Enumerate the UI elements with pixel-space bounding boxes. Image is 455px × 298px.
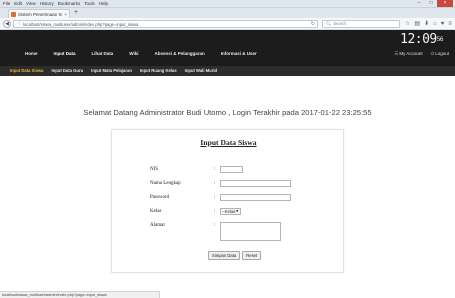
nis-input[interactable] <box>220 166 243 173</box>
menu-help[interactable]: Help <box>99 1 108 7</box>
subnav-input-mapel[interactable]: Input Mata Pelajaran <box>87 66 136 76</box>
clock-hours-minutes: 12:09 <box>400 32 437 47</box>
menu-file[interactable]: File <box>3 1 10 7</box>
download-icon[interactable]: ⬇ <box>424 20 429 28</box>
menu-history[interactable]: History <box>40 1 54 7</box>
alamat-label: Alamat <box>150 223 165 228</box>
pocket-icon[interactable]: ♥ <box>441 20 445 28</box>
nav-wiki[interactable]: Wiki <box>121 49 146 59</box>
sub-nav: Input Data Siswa Input Data Guru Input M… <box>0 66 455 76</box>
subnav-input-siswa[interactable]: Input Data Siswa <box>6 66 48 76</box>
url-bar[interactable]: ⓘ localhost/siswa_multiuser/admin/index.… <box>13 20 318 28</box>
main-nav: Home Input Data Lihat Data Wiki Absensi … <box>0 49 455 59</box>
nis-label: NIS <box>150 167 159 172</box>
nav-input-data[interactable]: Input Data <box>46 49 84 59</box>
browser-navbar: ◀ ⓘ localhost/siswa_multiuser/admin/inde… <box>0 18 455 30</box>
browser-tabbar: Sistem Penerimaan Siswa ... × + <box>0 8 455 18</box>
menu-view[interactable]: View <box>26 1 36 7</box>
password-input[interactable] <box>220 194 291 201</box>
alamat-row: Alamat : <box>150 222 320 244</box>
colon: : <box>214 195 216 200</box>
colon: : <box>214 181 216 186</box>
welcome-message: Selamat Datang Administrator Budi Utomo … <box>83 108 372 117</box>
browser-toolbar-icons: ☆ ▤ ⬇ ⌂ ♥ ≡ <box>405 20 452 28</box>
clock-seconds: 56 <box>436 36 444 43</box>
menu-edit[interactable]: Edit <box>14 1 22 7</box>
tab-title: Sistem Penerimaan Siswa ... <box>18 11 63 17</box>
logout-label: Logout <box>435 51 449 56</box>
nis-row: NIS : <box>150 166 320 176</box>
form-buttons: Simpan Data Reset <box>208 251 262 260</box>
home-icon[interactable]: ⌂ <box>433 20 437 28</box>
window-controls: – □ × <box>413 0 453 7</box>
favicon-icon <box>11 11 16 17</box>
subnav-input-guru[interactable]: Input Data Guru <box>48 66 88 76</box>
browser-tab[interactable]: Sistem Penerimaan Siswa ... × <box>8 9 70 18</box>
nav-absensi[interactable]: Absensi & Pelanggaran <box>147 49 213 59</box>
form-title-text: Input Data Siswa <box>200 138 257 147</box>
password-row: Password : <box>150 194 320 204</box>
logout-icon: ⏻ <box>430 51 435 56</box>
nav-informasi[interactable]: Informasi & User <box>213 49 265 59</box>
input-siswa-form: Input Data Siswa NIS : Nama Lengkap : Pa… <box>111 129 344 273</box>
info-icon: ⓘ <box>17 21 21 26</box>
subnav-input-kelas[interactable]: Input Ruang Kelas <box>136 66 181 76</box>
reload-icon[interactable]: ↻ <box>311 21 317 27</box>
chevron-down-icon: ▼ <box>235 209 239 213</box>
account-nav: ☰My Account ⏻Logout <box>394 49 449 59</box>
user-icon: ☰ <box>394 51 399 56</box>
form-title: Input Data Siswa <box>112 138 345 147</box>
nama-input[interactable] <box>220 180 291 187</box>
browser-menubar: File Edit View History Bookmarks Tools H… <box>3 1 108 7</box>
search-placeholder: Search <box>333 21 347 26</box>
nav-home[interactable]: Home <box>17 49 46 59</box>
logout-link[interactable]: ⏻Logout <box>431 49 449 59</box>
new-tab-button[interactable]: + <box>74 9 78 17</box>
my-account-link[interactable]: ☰My Account <box>394 49 422 59</box>
digital-clock: 12:0956 <box>400 33 443 47</box>
back-arrow-icon[interactable]: ◀ <box>3 20 11 28</box>
simpan-data-button[interactable]: Simpan Data <box>208 251 241 260</box>
alamat-textarea[interactable] <box>220 222 281 241</box>
reset-button[interactable]: Reset <box>242 251 262 260</box>
my-account-label: My Account <box>399 51 423 56</box>
nama-label: Nama Lengkap <box>150 181 181 186</box>
subnav-input-wali[interactable]: Input Wali Murid <box>181 66 221 76</box>
window-close-button[interactable]: × <box>437 0 453 7</box>
colon: : <box>214 223 216 228</box>
magnifier-icon: 🔍︎ <box>326 21 332 26</box>
password-label: Password <box>150 195 170 200</box>
menu-icon[interactable]: ≡ <box>448 20 452 28</box>
kelas-row: Kelas : --Kelas-- ▼ <box>150 208 320 218</box>
menu-tools[interactable]: Tools <box>84 1 95 7</box>
maximize-button[interactable]: □ <box>425 0 437 7</box>
nama-row: Nama Lengkap : <box>150 180 320 190</box>
star-icon[interactable]: ☆ <box>405 20 410 28</box>
colon: : <box>214 209 216 214</box>
url-text: localhost/siswa_multiuser/admin/index.ph… <box>23 21 139 27</box>
kelas-select[interactable]: --Kelas-- ▼ <box>220 208 241 215</box>
minimize-button[interactable]: – <box>413 0 425 7</box>
tab-close-icon[interactable]: × <box>64 12 69 17</box>
kelas-label: Kelas <box>150 209 162 214</box>
menu-bookmarks[interactable]: Bookmarks <box>58 1 81 7</box>
browser-titlebar: File Edit View History Bookmarks Tools H… <box>0 0 455 8</box>
site-header: 12:0956 Home Input Data Lihat Data Wiki … <box>0 30 455 66</box>
search-input[interactable]: 🔍︎ Search <box>322 20 400 28</box>
colon: : <box>214 167 216 172</box>
bookmarks-icon[interactable]: ▤ <box>414 20 420 28</box>
status-bar: localhost/siswa_multiuser/admin/index.ph… <box>0 291 160 298</box>
nav-lihat-data[interactable]: Lihat Data <box>84 49 122 59</box>
